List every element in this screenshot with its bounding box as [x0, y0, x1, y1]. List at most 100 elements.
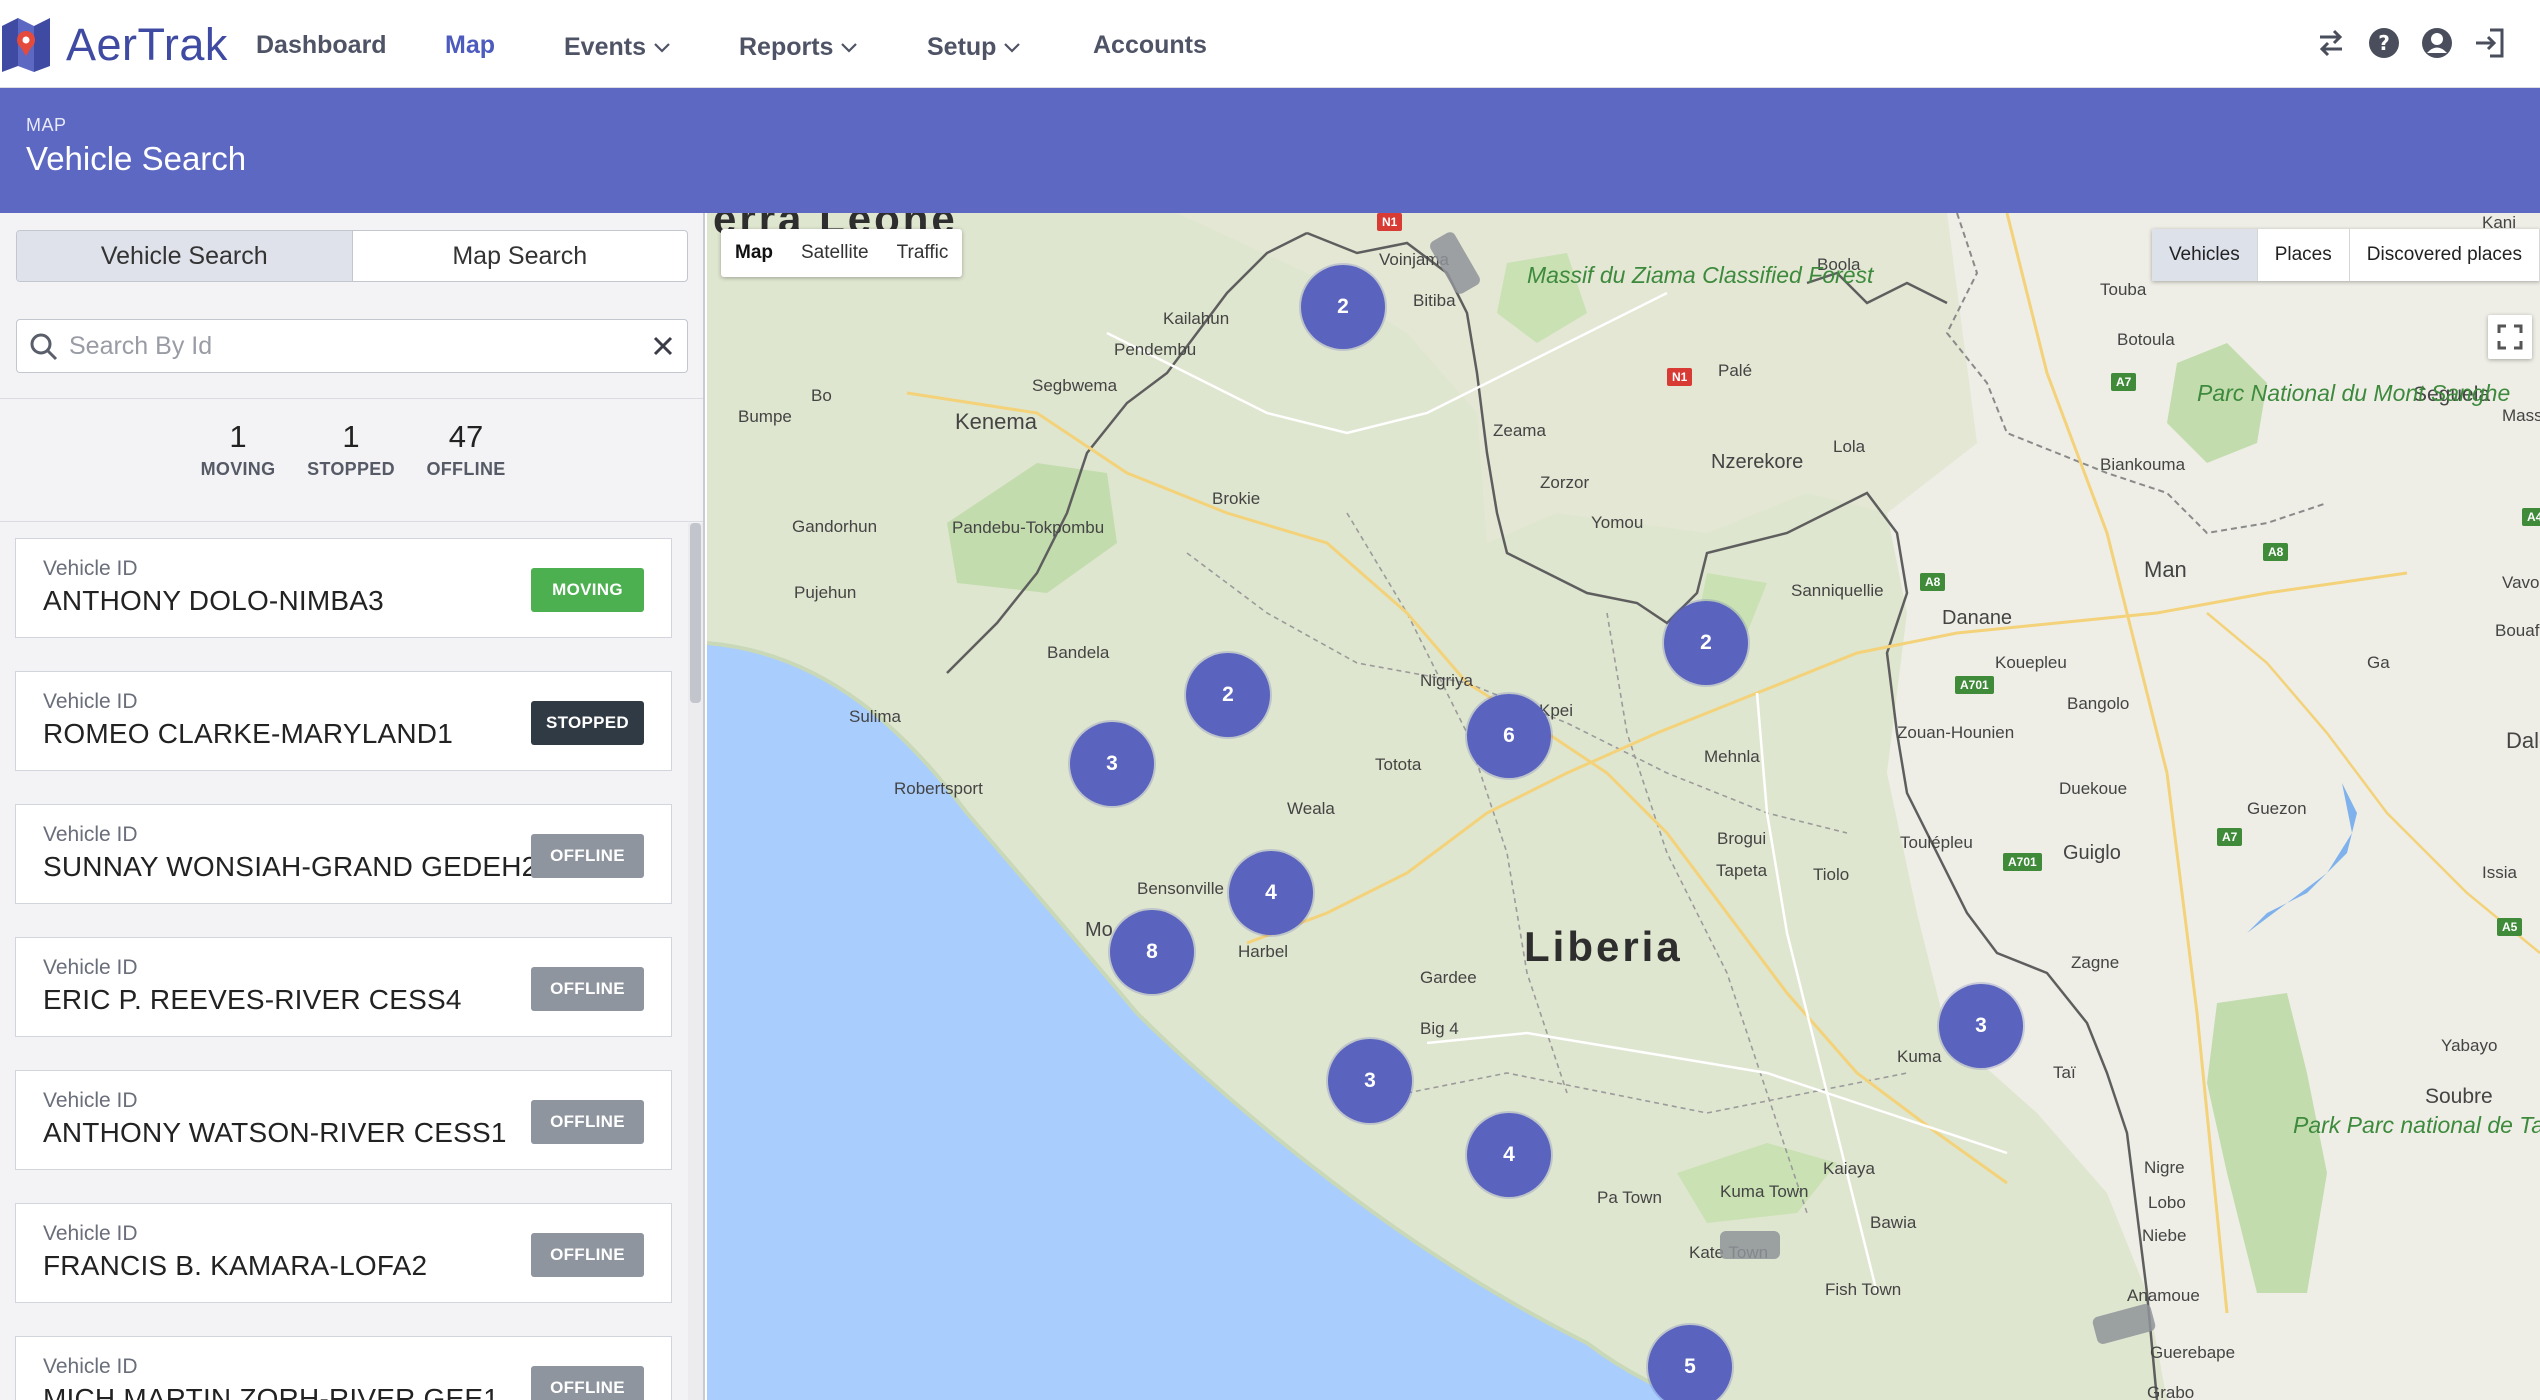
vehicle-cluster[interactable]: 2 — [1664, 601, 1748, 685]
app-name: AerTrak — [66, 19, 228, 70]
vehicle-cluster[interactable]: 8 — [1110, 910, 1194, 994]
place-label: Bumpe — [738, 407, 792, 426]
vehicle-name: FRANCIS B. KAMARA-LOFA2 — [43, 1250, 428, 1281]
vehicle-cluster[interactable]: 2 — [1186, 653, 1270, 737]
vehicle-list: Vehicle ID ANTHONY DOLO-NIMBA3 MOVING Vehic… — [0, 523, 690, 1400]
vehicle-cluster[interactable]: 6 — [1467, 694, 1551, 778]
vehicle-cluster[interactable]: 2 — [1301, 265, 1385, 349]
vehicle-cluster[interactable]: 3 — [1328, 1039, 1412, 1123]
place-label: Zorzor — [1540, 473, 1590, 492]
layer-tab-discovered-places[interactable]: Discovered places — [2350, 229, 2540, 281]
road-sign: N1 — [1667, 368, 1693, 386]
place-label: Kailahun — [1163, 309, 1230, 328]
place-label: Biankouma — [2100, 455, 2186, 474]
vehicle-id-label: Vehicle ID — [43, 690, 138, 713]
status-badge: OFFLINE — [531, 834, 644, 878]
nav-dashboard-label: Dashboard — [256, 31, 387, 59]
breadcrumb: MAP — [26, 115, 67, 135]
logout-icon[interactable] — [2472, 26, 2506, 60]
place-label: Bandela — [1047, 643, 1110, 662]
nav-dashboard[interactable]: Dashboard — [256, 28, 387, 62]
vehicle-name: MICH MARTIN ZORH-RIVER GEE1 — [43, 1383, 500, 1400]
vehicle-name: ANTHONY WATSON-RIVER CESS1 — [43, 1117, 507, 1148]
place-label: Niebe — [2142, 1226, 2187, 1245]
nav-setup[interactable]: Setup — [927, 28, 1021, 62]
stat-offline[interactable]: 47 OFFLINE — [411, 419, 521, 480]
place-label: Lobo — [2148, 1193, 2186, 1212]
help-icon[interactable]: ? — [2367, 26, 2401, 60]
park-label: Massif du Ziama Classified Forest — [1527, 263, 1873, 287]
vehicle-card[interactable]: Vehicle ID ROMEO CLARKE-MARYLAND1 STOPPED — [15, 671, 672, 771]
app-logo[interactable]: AerTrak — [0, 14, 240, 76]
nav-accounts[interactable]: Accounts — [1093, 28, 1207, 62]
user-icon[interactable] — [2420, 26, 2454, 60]
fullscreen-button[interactable] — [2488, 315, 2532, 359]
stat-moving-count: 1 — [229, 419, 247, 454]
place-label: Zeama — [1493, 421, 1546, 440]
vehicle-cluster[interactable]: 4 — [1467, 1113, 1551, 1197]
vehicle-card[interactable]: Vehicle ID ANTHONY DOLO-NIMBA3 MOVING — [15, 538, 672, 638]
place-label: Lola — [1833, 437, 1866, 456]
vehicle-card[interactable]: Vehicle ID FRANCIS B. KAMARA-LOFA2 OFFLINE — [15, 1203, 672, 1303]
vehicle-name: ERIC P. REEVES-RIVER CESS4 — [43, 984, 462, 1015]
tab-map-search-label: Map Search — [452, 241, 588, 270]
map-type-satellite[interactable]: Satellite — [787, 229, 883, 277]
search-input[interactable] — [69, 329, 629, 363]
stat-moving[interactable]: 1 MOVING — [183, 419, 293, 480]
place-label: Pandebu-Tokpombu — [952, 518, 1105, 537]
vehicle-card[interactable]: Vehicle ID MICH MARTIN ZORH-RIVER GEE1 OFF… — [15, 1336, 672, 1400]
place-label: Issia — [2482, 863, 2517, 882]
layer-tab-places[interactable]: Places — [2258, 229, 2350, 281]
place-label: Anamoue — [2127, 1286, 2200, 1305]
place-label: Toulépleu — [1900, 833, 1973, 852]
place-label: Brokie — [1212, 489, 1261, 508]
place-label: Totota — [1375, 755, 1422, 774]
stat-offline-count: 47 — [448, 419, 484, 454]
place-label: Dalo — [2506, 728, 2540, 753]
vehicle-card[interactable]: Vehicle ID ERIC P. REEVES-RIVER CESS4 OFFL… — [15, 937, 672, 1037]
vehicle-card[interactable]: Vehicle ID ANTHONY WATSON-RIVER CESS1 OFFL… — [15, 1070, 672, 1170]
place-label: Soubre — [2425, 1085, 2493, 1108]
place-label: Bo — [811, 386, 832, 405]
layer-tab-vehicles[interactable]: Vehicles — [2151, 229, 2258, 281]
tab-vehicle-search[interactable]: Vehicle Search — [17, 231, 353, 281]
map-type-map[interactable]: Map — [721, 229, 787, 277]
place-label: Vavoua — [2502, 573, 2540, 592]
swap-icon[interactable] — [2314, 26, 2348, 60]
stat-moving-label: MOVING — [200, 459, 276, 479]
search-mode-tabs: Vehicle Search Map Search — [16, 230, 688, 282]
scrollbar-thumb[interactable] — [690, 523, 701, 703]
place-label: Nzerekore — [1711, 451, 1804, 473]
place-label: Zagne — [2071, 953, 2120, 972]
status-badge: OFFLINE — [531, 967, 644, 1011]
tab-map-search[interactable]: Map Search — [353, 231, 688, 281]
park-label: Park Parc national de Taï — [2293, 1112, 2540, 1138]
stat-stopped-label: STOPPED — [307, 459, 395, 479]
road-sign: A5 — [2497, 918, 2523, 936]
nav-reports[interactable]: Reports — [739, 28, 858, 62]
vehicle-cluster[interactable]: 4 — [1229, 851, 1313, 935]
vehicle-cluster[interactable]: 3 — [1939, 984, 2023, 1068]
vehicle-id-label: Vehicle ID — [43, 1355, 138, 1378]
vehicle-card[interactable]: Vehicle ID SUNNAY WONSIAH-GRAND GEDEH2 OFF… — [15, 804, 672, 904]
map-type-traffic[interactable]: Traffic — [883, 229, 963, 277]
clear-search-icon[interactable] — [651, 334, 675, 363]
road-sign: A4 — [2522, 508, 2540, 526]
stat-stopped[interactable]: 1 STOPPED — [296, 419, 406, 480]
status-badge: OFFLINE — [531, 1233, 644, 1277]
place-label: Kuma — [1897, 1047, 1942, 1066]
vehicle-cluster[interactable]: 3 — [1070, 722, 1154, 806]
page-title: Vehicle Search — [26, 140, 247, 177]
chevron-down-icon — [1004, 28, 1021, 62]
park-label: Parc National du Mont Sanghe — [2197, 380, 2511, 406]
nav-map-label: Map — [445, 31, 495, 59]
nav-map[interactable]: Map — [445, 28, 495, 62]
fullscreen-icon — [2497, 324, 2523, 350]
place-label: Robertsport — [894, 779, 983, 798]
vehicle-marker[interactable] — [1720, 1231, 1780, 1259]
place-label: Sanniquellie — [1791, 581, 1884, 600]
map-view[interactable]: erra Leone Liberia Voinjama Kailahun Bit… — [707, 213, 2540, 1400]
vehicle-cluster[interactable]: 5 — [1648, 1325, 1732, 1400]
nav-events[interactable]: Events — [564, 28, 670, 62]
nav-reports-label: Reports — [739, 33, 834, 61]
